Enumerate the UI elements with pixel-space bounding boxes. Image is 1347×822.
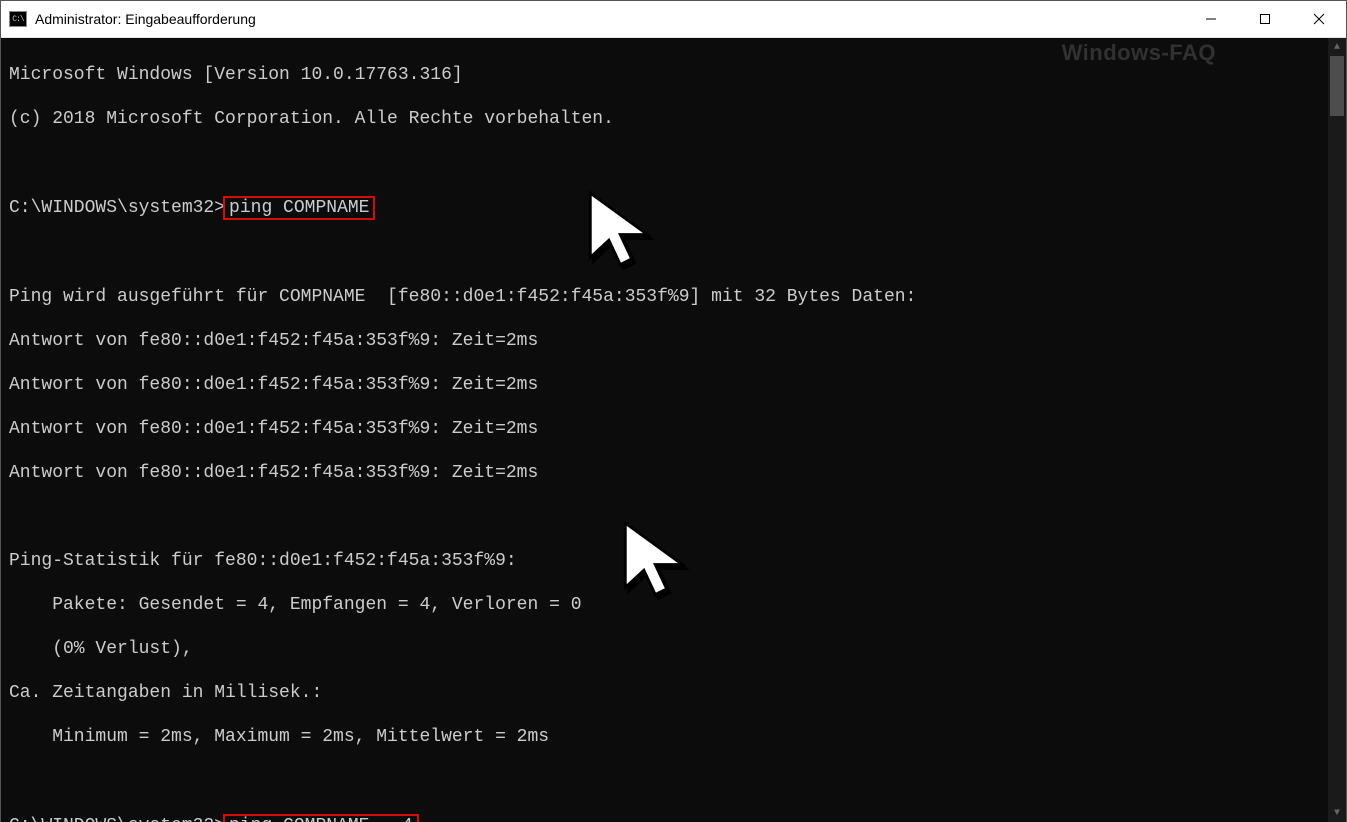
maximize-button[interactable]	[1238, 1, 1292, 37]
cmd-app-icon: C:\	[9, 11, 27, 27]
output-line: Antwort von fe80::d0e1:f452:f45a:353f%9:…	[9, 330, 1322, 352]
scrollbar-thumb[interactable]	[1330, 56, 1344, 116]
scroll-down-arrow-icon[interactable]: ▼	[1328, 804, 1346, 822]
terminal-area: Microsoft Windows [Version 10.0.17763.31…	[1, 38, 1346, 822]
output-line: (0% Verlust),	[9, 638, 1322, 660]
output-line: Ca. Zeitangaben in Millisek.:	[9, 682, 1322, 704]
output-line: Antwort von fe80::d0e1:f452:f45a:353f%9:…	[9, 374, 1322, 396]
window-controls	[1184, 1, 1346, 37]
highlighted-command: ping COMPNAME	[223, 196, 375, 220]
prompt-line: C:\WINDOWS\system32>ping COMPNAME	[9, 196, 1322, 220]
output-line	[9, 152, 1322, 174]
titlebar[interactable]: C:\ Administrator: Eingabeaufforderung	[1, 1, 1346, 38]
prompt-text: C:\WINDOWS\system32>	[9, 197, 225, 219]
prompt-line: C:\WINDOWS\system32>ping COMPNAME -4	[9, 814, 1322, 822]
output-line: Antwort von fe80::d0e1:f452:f45a:353f%9:…	[9, 462, 1322, 484]
minimize-button[interactable]	[1184, 1, 1238, 37]
output-line	[9, 506, 1322, 528]
window-title: Administrator: Eingabeaufforderung	[35, 11, 256, 27]
output-line: Minimum = 2ms, Maximum = 2ms, Mittelwert…	[9, 726, 1322, 748]
output-line: Pakete: Gesendet = 4, Empfangen = 4, Ver…	[9, 594, 1322, 616]
output-line: Ping-Statistik für fe80::d0e1:f452:f45a:…	[9, 550, 1322, 572]
output-line: Antwort von fe80::d0e1:f452:f45a:353f%9:…	[9, 418, 1322, 440]
vertical-scrollbar[interactable]: ▲ ▼	[1328, 38, 1346, 822]
scroll-up-arrow-icon[interactable]: ▲	[1328, 38, 1346, 56]
terminal-output[interactable]: Microsoft Windows [Version 10.0.17763.31…	[1, 38, 1328, 822]
output-line: Ping wird ausgeführt für COMPNAME [fe80:…	[9, 286, 1322, 308]
highlighted-command: ping COMPNAME -4	[223, 814, 419, 822]
close-button[interactable]	[1292, 1, 1346, 37]
output-line	[9, 770, 1322, 792]
output-line	[9, 242, 1322, 264]
output-line: Microsoft Windows [Version 10.0.17763.31…	[9, 64, 1322, 86]
prompt-text: C:\WINDOWS\system32>	[9, 815, 225, 822]
output-line: (c) 2018 Microsoft Corporation. Alle Rec…	[9, 108, 1322, 130]
cmd-window: C:\ Administrator: Eingabeaufforderung M…	[0, 0, 1347, 822]
